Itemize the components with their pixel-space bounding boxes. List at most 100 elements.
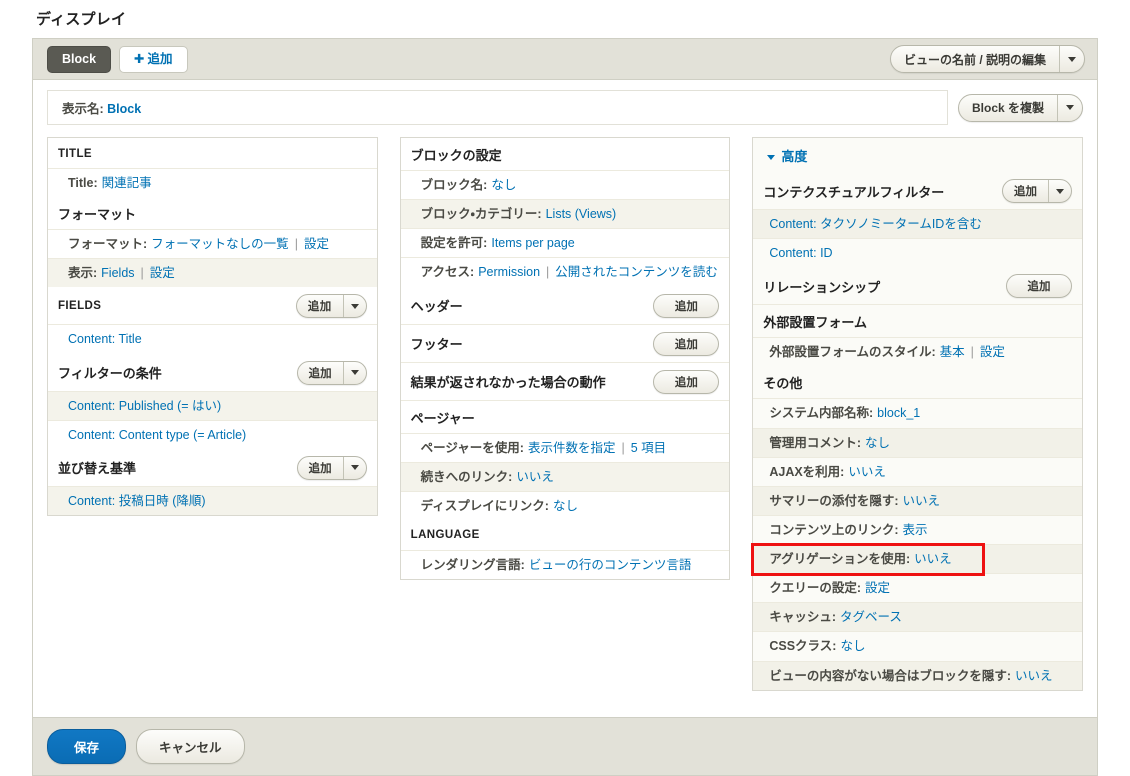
views-row-key: ディスプレイにリンク: — [420, 498, 549, 513]
views-row-link[interactable]: Fields — [101, 264, 134, 282]
bucket-add-label[interactable]: 追加 — [1003, 180, 1048, 202]
views-row[interactable]: Content: タクソノミータームIDを含む — [753, 210, 1083, 240]
views-row-link[interactable]: Content: Title — [68, 330, 142, 348]
views-row[interactable]: ページャーを使用: 表示件数を指定 | 5 項目 — [400, 434, 730, 463]
views-row[interactable]: 設定を許可: Items per page — [400, 229, 730, 259]
views-row-link[interactable]: なし — [840, 637, 865, 655]
views-bucket-title: 並び替え基準 追加 — [48, 448, 377, 487]
views-row[interactable]: 続きへのリンク: いいえ — [400, 462, 730, 492]
bucket-add-label[interactable]: 追加 — [297, 295, 343, 317]
bucket-add-toggle[interactable] — [342, 295, 366, 318]
add-display-button[interactable]: ✚ 追加 — [119, 45, 188, 73]
views-row-link[interactable]: 基本 — [940, 343, 965, 361]
views-row-key: システム内部名称: — [769, 406, 874, 421]
views-row[interactable]: Content: Published (= はい) — [48, 391, 377, 421]
views-row-link[interactable]: 関連記事 — [102, 174, 152, 192]
bucket-add-button[interactable]: 追加 — [653, 369, 720, 394]
views-row[interactable]: Content: Title — [48, 325, 377, 353]
advanced-toggle[interactable]: 高度 — [753, 138, 1082, 172]
views-bucket: フッター 追加 — [400, 324, 730, 363]
views-row[interactable]: Content: 投稿日時 (降順) — [48, 486, 377, 515]
edit-view-name-dropbutton[interactable]: ビューの名前 / 説明の編集 — [889, 45, 1085, 73]
views-row[interactable]: ディスプレイにリンク: なし — [401, 492, 730, 520]
duplicate-display-label[interactable]: Block を複製 — [959, 95, 1057, 121]
views-row-link[interactable]: 設定 — [865, 579, 890, 597]
views-row-link[interactable]: 公開されたコンテンツを読む — [555, 263, 718, 281]
bucket-add-dropbutton[interactable]: 追加 — [296, 455, 367, 480]
edit-view-name-toggle[interactable] — [1059, 46, 1084, 72]
views-row-link[interactable]: フォーマットなしの一覧 — [151, 235, 289, 253]
views-row-link[interactable]: 表示 — [903, 521, 928, 539]
views-row[interactable]: AJAXを利用: いいえ — [753, 458, 1083, 487]
bucket-add-toggle[interactable] — [1048, 180, 1071, 202]
save-button[interactable]: 保存 — [47, 728, 127, 764]
views-row-link[interactable]: Content: ID — [769, 244, 832, 262]
views-row[interactable]: アクセス: Permission | 公開されたコンテンツを読む — [401, 258, 730, 286]
views-row-link[interactable]: 設定 — [304, 235, 329, 253]
views-row-link[interactable]: Content: Published (= はい) — [68, 397, 221, 415]
bucket-add-label[interactable]: 追加 — [298, 457, 343, 479]
views-row-link[interactable]: いいえ — [848, 463, 886, 481]
views-row-link[interactable]: 表示件数を指定 — [528, 439, 616, 457]
views-row-link[interactable]: ビューの行のコンテンツ言語 — [529, 556, 692, 574]
views-row[interactable]: 表示: Fields | 設定 — [48, 259, 377, 288]
views-row-link[interactable]: いいえ — [516, 468, 554, 486]
views-row-link[interactable]: いいえ — [914, 550, 952, 568]
views-bucket: フィルターの条件 追加 Content: Published (= はい) Conte… — [48, 353, 377, 449]
views-row[interactable]: サマリーの添付を隠す: いいえ — [753, 486, 1083, 516]
views-row-link[interactable]: なし — [865, 434, 890, 452]
views-bucket-title-label: その他 — [763, 376, 803, 392]
views-row-link[interactable]: Items per page — [491, 234, 574, 252]
bucket-add-button[interactable]: 追加 — [1006, 274, 1073, 299]
chevron-down-icon — [1068, 56, 1076, 62]
views-row[interactable]: コンテンツ上のリンク: 表示 — [753, 516, 1083, 545]
views-row[interactable]: システム内部名称: block_1 — [753, 399, 1083, 429]
views-row-link[interactable]: Lists (Views) — [546, 205, 617, 223]
cancel-button[interactable]: キャンセル — [136, 728, 245, 764]
views-row-link[interactable]: Content: 投稿日時 (降順) — [68, 492, 206, 510]
duplicate-display-toggle[interactable] — [1057, 94, 1082, 121]
views-row-link[interactable]: Permission — [478, 263, 540, 281]
views-row-link[interactable]: タグベース — [840, 608, 902, 626]
views-row[interactable]: レンダリング言語: ビューの行のコンテンツ言語 — [401, 551, 730, 579]
edit-view-name-label[interactable]: ビューの名前 / 説明の編集 — [891, 46, 1059, 72]
views-bucket-title-label: コンテクスチュアルフィルター — [763, 184, 945, 200]
views-bucket-title: ページャー — [400, 400, 730, 434]
views-row[interactable]: 管理用コメント: なし — [753, 428, 1083, 458]
bucket-add-dropbutton[interactable]: 追加 — [295, 294, 367, 319]
bucket-add-dropbutton[interactable]: 追加 — [1002, 179, 1073, 203]
bucket-add-button[interactable]: 追加 — [653, 293, 720, 318]
duplicate-display-dropbutton[interactable]: Block を複製 — [957, 93, 1083, 122]
views-row-link[interactable]: block_1 — [877, 404, 920, 422]
views-row[interactable]: Title: 関連記事 — [48, 169, 377, 197]
bucket-add-button[interactable]: 追加 — [653, 331, 720, 356]
views-row[interactable]: アグリゲーションを使用: いいえ — [753, 545, 1083, 575]
views-row[interactable]: 外部設置フォームのスタイル: 基本 | 設定 — [753, 338, 1082, 366]
views-row-link[interactable]: 設定 — [150, 264, 175, 282]
views-row[interactable]: フォーマット: フォーマットなしの一覧 | 設定 — [48, 230, 377, 260]
display-tab-block[interactable]: Block — [47, 45, 112, 73]
add-display-label: 追加 — [147, 51, 173, 66]
views-row[interactable]: ブロック名: なし — [400, 171, 730, 201]
views-row-link[interactable]: 設定 — [980, 343, 1005, 361]
views-row-link[interactable]: なし — [553, 497, 578, 515]
views-row-link[interactable]: 5 項目 — [631, 439, 666, 457]
views-row[interactable]: クエリーの設定: 設定 — [753, 574, 1083, 604]
views-row-link[interactable]: いいえ — [1015, 667, 1053, 685]
bucket-add-dropbutton[interactable]: 追加 — [296, 360, 367, 385]
views-row[interactable]: CSSクラス: なし — [753, 632, 1083, 662]
bucket-add-toggle[interactable] — [342, 456, 366, 479]
views-row[interactable]: キャッシュ: タグベース — [753, 603, 1083, 633]
views-row[interactable]: Content: ID — [753, 239, 1082, 267]
bucket-add-toggle[interactable] — [342, 361, 366, 384]
views-row[interactable]: Content: Content type (= Article) — [48, 421, 377, 449]
views-row-link[interactable]: Content: Content type (= Article) — [68, 426, 246, 444]
display-name-value[interactable]: Block — [107, 102, 141, 116]
views-row[interactable]: ビューの内容がない場合はブロックを隠す: いいえ — [753, 661, 1083, 690]
views-row-link[interactable]: いいえ — [903, 492, 941, 510]
views-row-link[interactable]: Content: タクソノミータームIDを含む — [769, 215, 981, 233]
bucket-add-label[interactable]: 追加 — [298, 362, 343, 384]
views-row[interactable]: ブロック・カテゴリー: Lists (Views) — [400, 200, 730, 230]
views-bucket: 並び替え基準 追加 Content: 投稿日時 (降順) — [48, 448, 377, 515]
views-row-link[interactable]: なし — [491, 176, 516, 194]
